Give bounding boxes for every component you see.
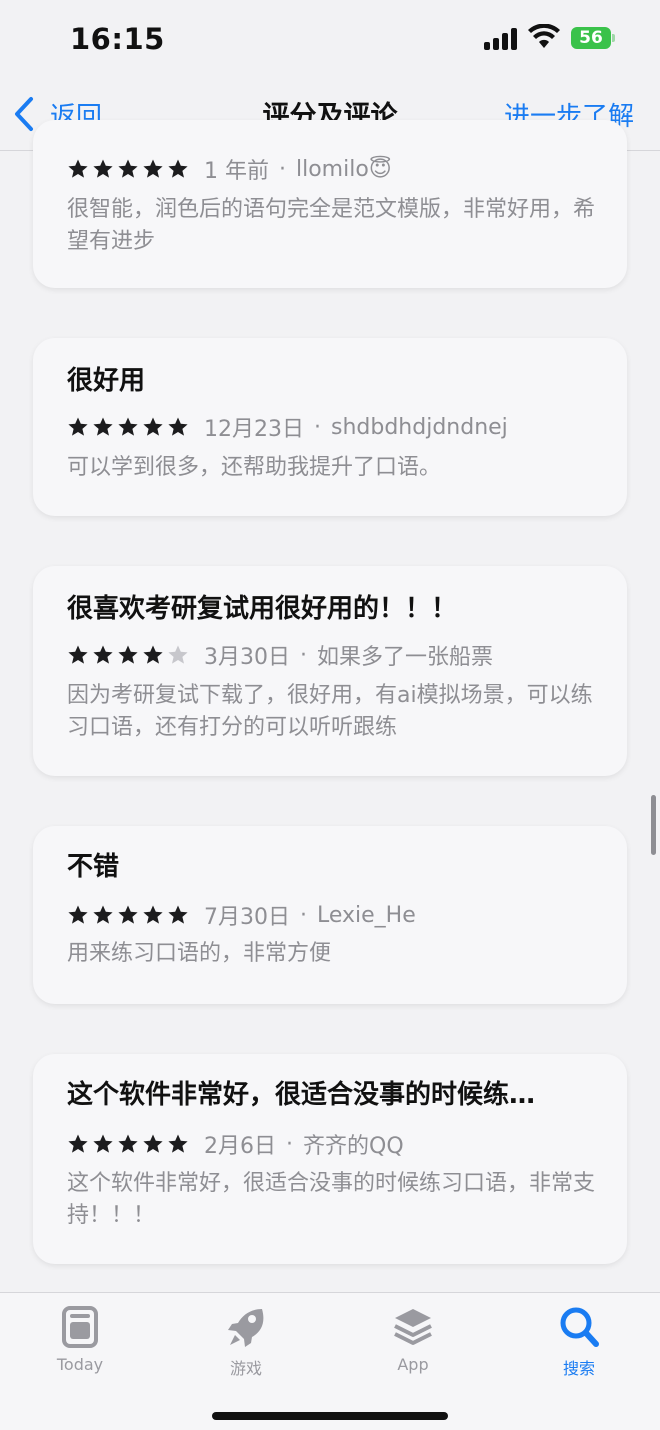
review-date: 2月6日: [204, 1134, 276, 1159]
star-filled-icon: [168, 159, 188, 178]
tab-apps[interactable]: App: [353, 1293, 473, 1383]
star-filled-icon: [93, 417, 113, 436]
review-date: 7月30日: [204, 905, 290, 930]
layers-icon: [394, 1309, 432, 1345]
star-filled-icon: [93, 159, 113, 178]
star-filled-icon: [118, 159, 138, 178]
tab-label: Today: [56, 1355, 104, 1374]
review-title: 不错: [67, 852, 120, 882]
review-card[interactable]: 这个软件非常好，很适合没事的时候练… 2月6日 · 齐齐的QQ 这个软件非常好，…: [33, 1054, 627, 1264]
cellular-signal-icon: [484, 28, 518, 50]
star-filled-icon: [68, 159, 88, 178]
star-filled-icon: [68, 645, 88, 664]
status-time: 16:15: [70, 22, 165, 56]
review-author: 如果多了一张船票: [317, 645, 494, 670]
star-filled-icon: [143, 159, 163, 178]
star-rating: [67, 416, 192, 438]
star-filled-icon: [68, 905, 88, 924]
review-body: 可以学到很多，还帮助我提升了口语。: [67, 455, 442, 480]
tab-games[interactable]: 游戏: [186, 1293, 306, 1383]
scroll-indicator[interactable]: [651, 795, 656, 855]
star-empty-icon: [168, 645, 188, 664]
review-title: 很好用: [67, 366, 146, 396]
review-meta: 2月6日 · 齐齐的QQ: [67, 1128, 404, 1160]
review-card[interactable]: 1 年前 · llomilo😇 很智能，润色后的语句完全是范文模版，非常好用，希…: [33, 120, 627, 288]
rocket-icon: [228, 1309, 264, 1347]
meta-separator: ·: [286, 1131, 293, 1157]
home-indicator: [212, 1412, 448, 1420]
review-meta: 3月30日 · 如果多了一张船票: [67, 639, 493, 671]
star-rating: [67, 904, 192, 926]
star-filled-icon: [168, 417, 188, 436]
tab-today[interactable]: Today: [20, 1293, 140, 1383]
star-filled-icon: [68, 1134, 88, 1153]
meta-separator: ·: [300, 642, 307, 668]
star-filled-icon: [68, 417, 88, 436]
review-title: 这个软件非常好，很适合没事的时候练…: [67, 1080, 536, 1110]
wifi-icon: [528, 24, 560, 48]
review-author: shdbdhdjdndnej: [331, 414, 508, 440]
tab-bar: Today 游戏 App 搜索: [0, 1292, 660, 1430]
battery-icon: 56: [571, 27, 611, 49]
review-date: 1 年前: [204, 159, 269, 184]
star-filled-icon: [118, 417, 138, 436]
star-filled-icon: [93, 1134, 113, 1153]
review-body: 很智能，润色后的语句完全是范文模版，非常好用，希望有进步: [67, 197, 596, 254]
star-rating: [67, 158, 192, 180]
star-filled-icon: [93, 905, 113, 924]
tab-search[interactable]: 搜索: [519, 1293, 639, 1383]
review-date: 12月23日: [204, 417, 304, 442]
tab-label: 搜索: [562, 1359, 595, 1378]
review-author: 齐齐的QQ: [303, 1134, 404, 1159]
star-filled-icon: [118, 1134, 138, 1153]
today-icon: [62, 1306, 98, 1348]
star-filled-icon: [143, 1134, 163, 1153]
review-title: 很喜欢考研复试用很好用的！！！: [67, 594, 458, 624]
star-filled-icon: [168, 1134, 188, 1153]
star-rating: [67, 1133, 192, 1155]
search-icon: [560, 1307, 599, 1347]
review-body: 这个软件非常好，很适合没事的时候练习口语，非常支持！！！: [67, 1171, 596, 1228]
review-author: llomilo😇: [296, 156, 392, 182]
star-filled-icon: [93, 645, 113, 664]
review-author: Lexie_He: [317, 902, 416, 928]
star-filled-icon: [118, 645, 138, 664]
review-date: 3月30日: [204, 645, 290, 670]
review-body: 用来练习口语的，非常方便: [67, 941, 332, 966]
meta-separator: ·: [279, 156, 286, 182]
meta-separator: ·: [300, 902, 307, 928]
star-filled-icon: [143, 417, 163, 436]
battery-tip: [612, 34, 615, 42]
tab-label: App: [397, 1355, 429, 1374]
review-meta: 1 年前 · llomilo😇: [67, 153, 392, 185]
review-meta: 12月23日 · shdbdhdjdndnej: [67, 411, 508, 443]
review-card[interactable]: 很好用 12月23日 · shdbdhdjdndnej 可以学到很多，还帮助我提…: [33, 338, 627, 516]
star-filled-icon: [143, 905, 163, 924]
review-card[interactable]: 很喜欢考研复试用很好用的！！！ 3月30日 · 如果多了一张船票 因为考研复试下…: [33, 566, 627, 776]
status-bar: 16:15 56: [0, 0, 660, 78]
star-filled-icon: [143, 645, 163, 664]
star-filled-icon: [168, 905, 188, 924]
tab-label: 游戏: [229, 1359, 262, 1378]
star-rating: [67, 644, 192, 666]
review-meta: 7月30日 · Lexie_He: [67, 899, 416, 931]
star-filled-icon: [118, 905, 138, 924]
review-card[interactable]: 不错 7月30日 · Lexie_He 用来练习口语的，非常方便: [33, 826, 627, 1004]
meta-separator: ·: [314, 414, 321, 440]
review-body: 因为考研复试下载了，很好用，有ai模拟场景，可以练习口语，还有打分的可以听听跟练: [67, 683, 593, 740]
